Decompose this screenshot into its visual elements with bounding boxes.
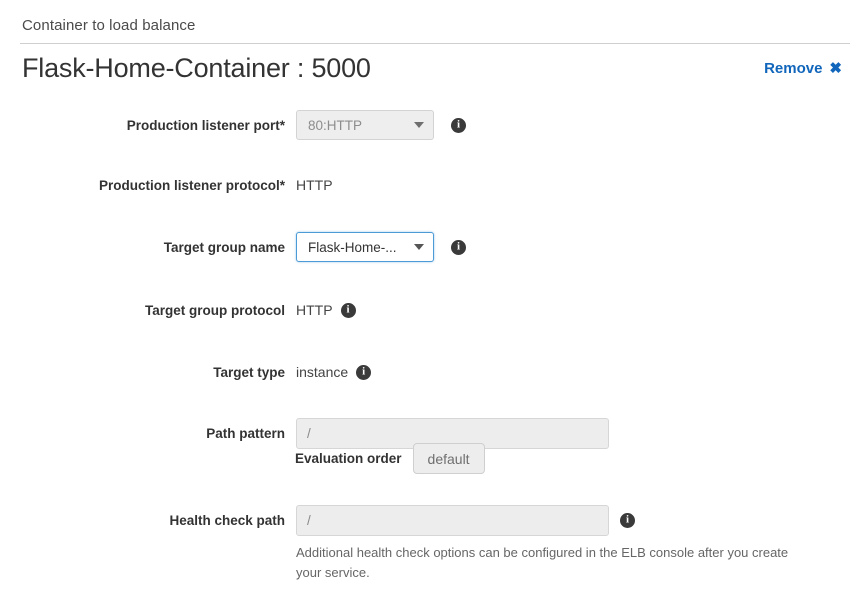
close-x-icon: ✖ [829, 60, 842, 77]
field-target-type: Target type instance i [0, 363, 372, 381]
field-health-check-path: Health check path / i [0, 505, 635, 536]
section-label: Container to load balance [22, 17, 196, 34]
target-type-value: instance [296, 364, 349, 380]
production-listener-protocol-value: HTTP [296, 177, 333, 193]
evaluation-order-value: default [427, 450, 470, 467]
info-icon[interactable]: i [340, 302, 356, 318]
field-target-group-protocol: Target group protocol HTTP i [0, 301, 356, 319]
health-check-path-label: Health check path [169, 513, 285, 528]
evaluation-order-label: Evaluation order [295, 451, 402, 466]
remove-container-button[interactable]: Remove ✖ [764, 59, 842, 78]
production-listener-port-value: 80:HTTP [308, 117, 363, 133]
info-icon[interactable]: i [451, 239, 466, 255]
remove-label: Remove [764, 60, 823, 77]
target-group-name-value: Flask-Home-... [308, 239, 397, 255]
evaluation-order-value-box: default [412, 443, 485, 474]
target-type-label: Target type [213, 364, 285, 380]
info-icon[interactable]: i [356, 364, 372, 380]
header-divider [20, 43, 850, 44]
info-icon[interactable]: i [451, 117, 466, 133]
chevron-down-icon [414, 244, 424, 250]
target-group-name-select[interactable]: Flask-Home-... [296, 232, 434, 262]
health-check-help-text: Additional health check options can be c… [296, 545, 789, 580]
chevron-down-icon [414, 122, 424, 128]
production-listener-protocol-label: Production listener protocol* [98, 177, 285, 193]
page-title: Flask-Home-Container : 5000 [22, 53, 371, 83]
field-production-listener-protocol: Production listener protocol* HTTP [0, 176, 333, 194]
target-group-name-label: Target group name [163, 239, 285, 255]
field-target-group-name: Target group name Flask-Home-... i [0, 232, 466, 262]
health-check-path-value: / [307, 513, 311, 528]
health-check-path-input[interactable]: / [296, 505, 609, 536]
production-listener-port-label: Production listener port* [126, 117, 285, 133]
target-group-protocol-label: Target group protocol [145, 302, 285, 318]
production-listener-port-select[interactable]: 80:HTTP [296, 110, 434, 140]
field-evaluation-order: Evaluation order default [295, 443, 485, 474]
path-pattern-label: Path pattern [206, 426, 285, 441]
container-to-load-balance-panel: Container to load balance Flask-Home-Con… [0, 0, 864, 609]
path-pattern-value: / [307, 426, 311, 441]
target-group-protocol-value: HTTP [296, 302, 333, 318]
info-icon[interactable]: i [620, 513, 635, 528]
field-production-listener-port: Production listener port* 80:HTTP i [0, 110, 466, 140]
